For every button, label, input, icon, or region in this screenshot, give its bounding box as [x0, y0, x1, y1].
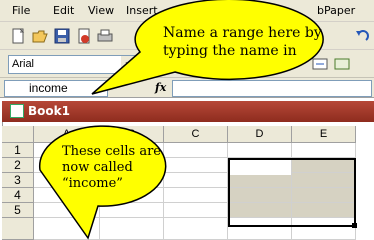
- row-header-5[interactable]: 5: [2, 203, 34, 218]
- cell-b6[interactable]: [100, 218, 164, 240]
- cell-d1[interactable]: [228, 143, 292, 158]
- chevron-down-icon[interactable]: ▼: [121, 56, 135, 73]
- excel-workbook-icon: [10, 104, 24, 118]
- selected-range-income[interactable]: [228, 158, 356, 227]
- undo-icon[interactable]: [354, 28, 370, 44]
- cell-e1[interactable]: [292, 143, 356, 158]
- save-icon[interactable]: [54, 28, 70, 44]
- row-header-4[interactable]: 4: [2, 188, 34, 203]
- callout-bottom-line-3: “income”: [62, 176, 123, 191]
- formula-input[interactable]: [172, 80, 372, 97]
- cell-c6[interactable]: [164, 218, 228, 240]
- menu-edit[interactable]: Edit: [53, 4, 74, 17]
- column-header-c[interactable]: C: [164, 126, 228, 143]
- currency-icon[interactable]: [334, 56, 350, 72]
- callout-bottom-line-1: These cells are: [62, 144, 161, 159]
- fill-handle[interactable]: [352, 223, 357, 228]
- font-name-value: Arial: [12, 58, 35, 70]
- open-icon[interactable]: [32, 28, 48, 44]
- row-header-1[interactable]: 1: [2, 143, 34, 158]
- row-header-2[interactable]: 2: [2, 158, 34, 173]
- column-header-d[interactable]: D: [228, 126, 292, 143]
- menu-view[interactable]: View: [88, 4, 114, 17]
- insert-function-icon[interactable]: fx: [155, 81, 166, 94]
- column-header-b[interactable]: B: [100, 126, 164, 143]
- name-box-value: income: [29, 81, 68, 95]
- cell-a5[interactable]: [34, 203, 100, 218]
- menu-insert[interactable]: Insert: [126, 4, 158, 17]
- menu-webpaper[interactable]: bPaper: [317, 4, 355, 17]
- workbook-title: Book1: [28, 104, 70, 118]
- menu-bar: File Edit View Insert bPaper: [0, 0, 374, 22]
- font-name-combo[interactable]: Arial ▼: [8, 55, 136, 74]
- row-header-6[interactable]: [2, 218, 34, 240]
- select-all-button[interactable]: [2, 126, 34, 143]
- row-header-3[interactable]: 3: [2, 173, 34, 188]
- name-box[interactable]: income: [4, 80, 108, 97]
- cell-a6[interactable]: [34, 218, 100, 240]
- callout-top-text: Name a range here by typing the name in: [163, 25, 322, 59]
- callout-bottom-text: These cells are now called “income”: [62, 144, 180, 192]
- cell-b5[interactable]: [100, 203, 164, 218]
- cell-c5[interactable]: [164, 203, 228, 218]
- column-header-a[interactable]: A: [34, 126, 100, 143]
- new-icon[interactable]: [10, 28, 26, 44]
- permission-icon[interactable]: [76, 28, 92, 44]
- column-header-e[interactable]: E: [292, 126, 356, 143]
- callout-bottom-line-2: now called: [62, 160, 133, 175]
- print-icon[interactable]: [97, 28, 113, 44]
- menu-file[interactable]: File: [12, 4, 30, 17]
